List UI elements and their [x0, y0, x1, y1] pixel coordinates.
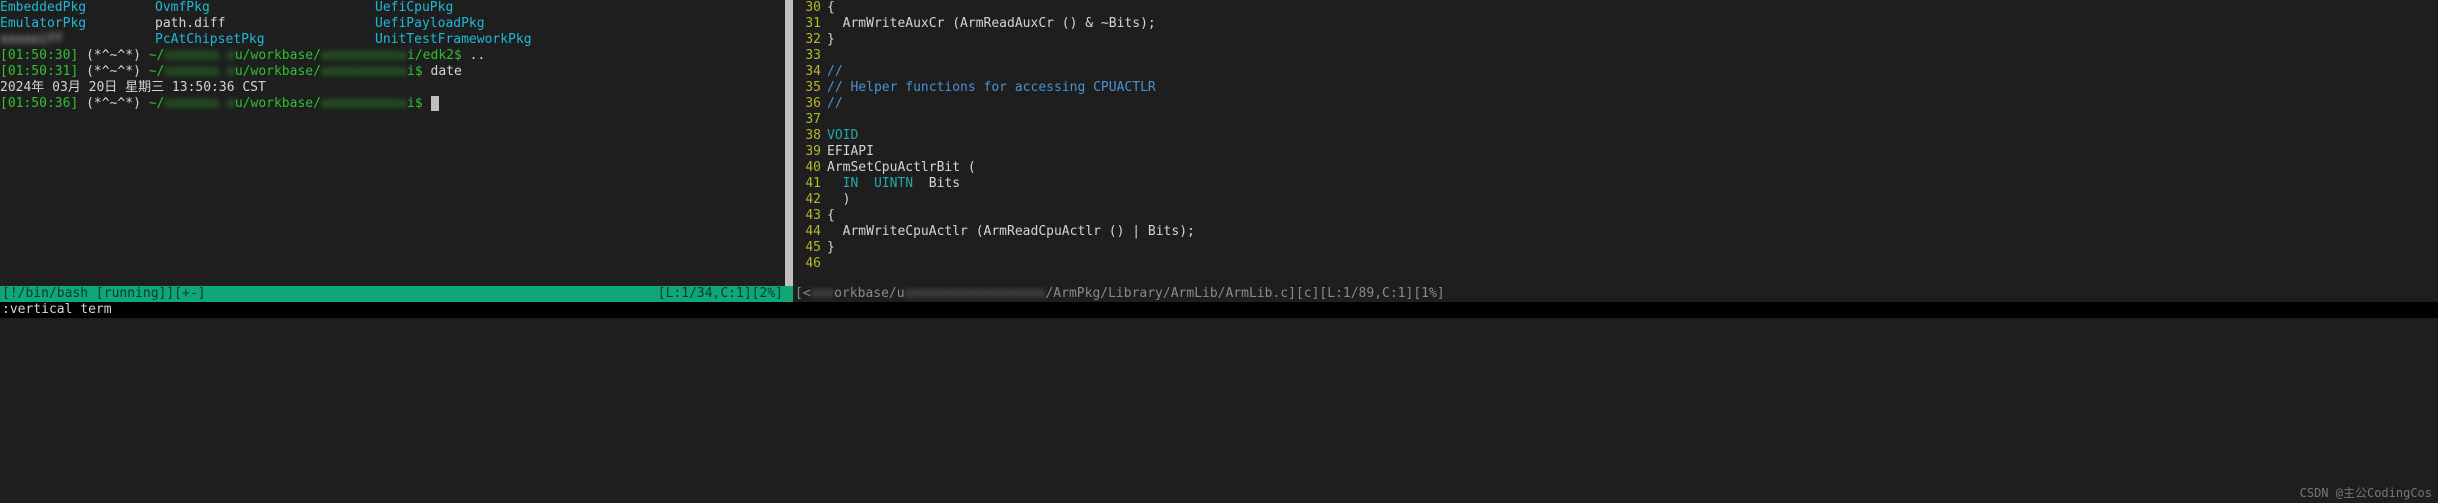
- ls-item: path.diff: [155, 16, 375, 32]
- code-line: 33: [793, 48, 2438, 64]
- line-number: 31: [793, 16, 827, 32]
- prompt-line[interactable]: [01:50:36] (*^~^*) ~/xxxxxxx xu/workbase…: [0, 96, 785, 112]
- split-divider[interactable]: [785, 0, 793, 286]
- code-line: 43{: [793, 208, 2438, 224]
- line-number: 41: [793, 176, 827, 192]
- ls-item: OvmfPkg: [155, 0, 375, 16]
- code-line: 44 ArmWriteCpuActlr (ArmReadCpuActlr () …: [793, 224, 2438, 240]
- ls-item: PcAtChipsetPkg: [155, 32, 375, 48]
- date-output: 2024年 03月 20日 星期三 13:50:36 CST: [0, 80, 785, 96]
- code-line: 45}: [793, 240, 2438, 256]
- line-number: 43: [793, 208, 827, 224]
- line-number: 40: [793, 160, 827, 176]
- line-number: 44: [793, 224, 827, 240]
- line-number: 39: [793, 144, 827, 160]
- status-pos-left: [L:1/34,C:1][2%]: [658, 286, 783, 302]
- code-line: 46: [793, 256, 2438, 272]
- line-number: 42: [793, 192, 827, 208]
- command-line[interactable]: :vertical term: [0, 302, 2438, 318]
- line-number: 37: [793, 112, 827, 128]
- line-number: 46: [793, 256, 827, 272]
- line-number: 32: [793, 32, 827, 48]
- ls-item: EmbeddedPkg: [0, 0, 155, 16]
- status-file: /ArmPkg/Library/ArmLib/ArmLib.c][c][L:1/…: [1045, 286, 1444, 302]
- status-shell: [!/bin/bash [running]][+-]: [2, 286, 206, 302]
- terminal-pane[interactable]: EmbeddedPkgOvmfPkgUefiCpuPkg EmulatorPkg…: [0, 0, 785, 286]
- prompt-line: [01:50:30] (*^~^*) ~/xxxxxxx xu/workbase…: [0, 48, 785, 64]
- prompt-line: [01:50:31] (*^~^*) ~/xxxxxxx xu/workbase…: [0, 64, 785, 80]
- code-line: 41 IN UINTN Bits: [793, 176, 2438, 192]
- line-number: 30: [793, 0, 827, 16]
- line-number: 38: [793, 128, 827, 144]
- line-number: 34: [793, 64, 827, 80]
- status-right: [<xxxorkbase/uxxxxxxxxxxxxxxxxxx/ArmPkg/…: [793, 286, 2438, 302]
- code-line: 35// Helper functions for accessing CPUA…: [793, 80, 2438, 96]
- status-left: [!/bin/bash [running]][+-] [L:1/34,C:1][…: [0, 286, 785, 302]
- code-line: 38VOID: [793, 128, 2438, 144]
- watermark: CSDN @主公CodingCos: [2300, 485, 2432, 501]
- editor-split: EmbeddedPkgOvmfPkgUefiCpuPkg EmulatorPkg…: [0, 0, 2438, 286]
- code-line: 40ArmSetCpuActlrBit (: [793, 160, 2438, 176]
- ls-item: UefiCpuPkg: [375, 0, 453, 15]
- code-line: 39EFIAPI: [793, 144, 2438, 160]
- line-number: 33: [793, 48, 827, 64]
- ls-item: xxxxxiff: [0, 32, 155, 48]
- code-line: 37: [793, 112, 2438, 128]
- ls-item: EmulatorPkg: [0, 16, 155, 32]
- code-line: 31 ArmWriteAuxCr (ArmReadAuxCr () & ~Bit…: [793, 16, 2438, 32]
- ls-item: UefiPayloadPkg: [375, 16, 485, 31]
- code-line: 42 ): [793, 192, 2438, 208]
- code-line: 36//: [793, 96, 2438, 112]
- ls-item: UnitTestFrameworkPkg: [375, 32, 532, 47]
- code-pane[interactable]: 30{31 ArmWriteAuxCr (ArmReadAuxCr () & ~…: [793, 0, 2438, 286]
- cursor-icon: [431, 96, 439, 111]
- line-number: 36: [793, 96, 827, 112]
- code-line: 30{: [793, 0, 2438, 16]
- line-number: 35: [793, 80, 827, 96]
- code-line: 32}: [793, 32, 2438, 48]
- code-line: 34//: [793, 64, 2438, 80]
- line-number: 45: [793, 240, 827, 256]
- status-bar: [!/bin/bash [running]][+-] [L:1/34,C:1][…: [0, 286, 2438, 302]
